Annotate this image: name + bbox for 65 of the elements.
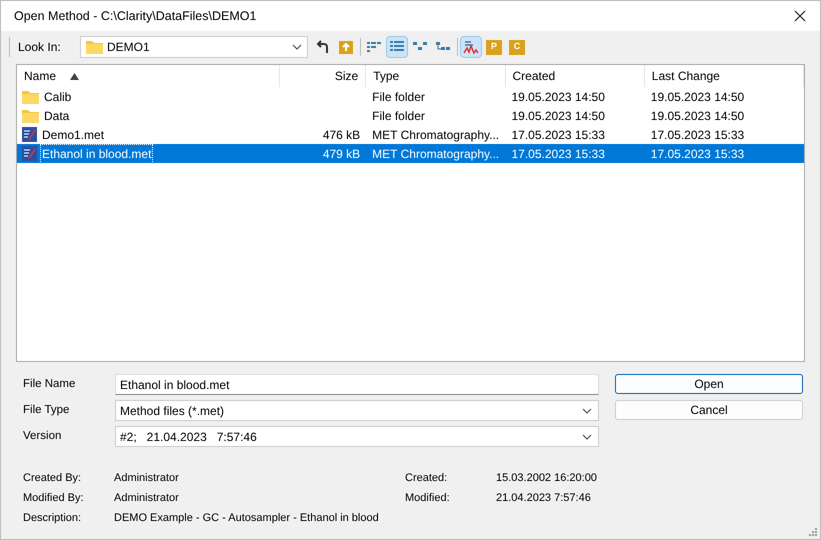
look-in-value: DEMO1 <box>107 39 151 56</box>
file-type: File folder <box>372 108 425 122</box>
file-type: File folder <box>372 90 425 104</box>
created-date: 17.05.2023 15:33 <box>511 128 605 142</box>
chevron-down-icon <box>582 434 592 440</box>
file-name: Data <box>43 108 70 124</box>
file-size: 479 kB <box>322 146 360 160</box>
dropdown-field[interactable]: #2; 21.04.2023 7:57:46 <box>115 426 599 447</box>
info-value: DEMO Example - GC - Autosampler - Ethanol in blood <box>114 510 379 526</box>
changed-date: 17.05.2023 15:33 <box>650 128 744 142</box>
folder-up-icon <box>338 39 354 55</box>
document-pen-icon <box>22 146 37 161</box>
file-row[interactable]: Calib File folder 19.05.2023 14:50 19.05.2023 14:50 <box>17 87 804 106</box>
field-label: Version <box>22 428 62 444</box>
field-label: File Type <box>22 402 70 418</box>
close-button[interactable] <box>792 8 808 24</box>
info-label: Created By: <box>23 470 82 486</box>
info-value: 21.04.2023 7:57:46 <box>496 490 591 506</box>
info-label: Modified By: <box>23 490 85 506</box>
dialog-button[interactable]: Open <box>615 374 803 394</box>
info-label: Description: <box>23 510 82 526</box>
chromatogram-button[interactable] <box>460 36 482 58</box>
info-value: Administrator <box>114 490 179 506</box>
back-arrow-icon <box>315 39 331 55</box>
look-in-label: Look In: <box>18 39 62 56</box>
column-header[interactable]: Last Change <box>644 65 804 87</box>
changed-date: 17.05.2023 15:33 <box>650 146 744 160</box>
changed-date: 19.05.2023 14:50 <box>650 90 744 104</box>
list-view-icon <box>366 39 382 55</box>
info-value: 15.03.2002 16:20:00 <box>496 470 597 486</box>
look-in-dropdown[interactable]: DEMO1 <box>80 36 308 58</box>
changed-date: 19.05.2023 14:50 <box>650 108 744 122</box>
folder-icon <box>86 40 103 54</box>
folder-icon <box>22 108 39 122</box>
file-row[interactable]: Data File folder 19.05.2023 14:50 19.05.2023 14:50 <box>17 106 804 125</box>
info-label: Created: <box>405 470 448 486</box>
file-row[interactable]: Demo1.met 476 kB MET Chromatography... 17.05.2023 15:33 17.05.2023 15:33 <box>17 125 804 144</box>
info-label: Modified: <box>405 490 451 506</box>
file-type: MET Chromatography... <box>372 128 500 142</box>
window-title: Open Method - C:\Clarity\DataFiles\DEMO1 <box>14 8 256 25</box>
dialog-button[interactable]: Cancel <box>615 400 803 420</box>
dropdown-field[interactable]: Method files (*.met) <box>115 400 599 421</box>
column-header[interactable]: Name <box>17 65 280 87</box>
chromatogram-icon <box>463 39 479 55</box>
details-view-button[interactable] <box>386 36 408 58</box>
chevron-down-icon <box>582 408 592 414</box>
created-date: 19.05.2023 14:50 <box>511 90 605 104</box>
chevron-down-icon <box>292 44 302 50</box>
created-date: 19.05.2023 14:50 <box>511 108 605 122</box>
column-header[interactable]: Size <box>280 65 366 87</box>
column-header[interactable]: Type <box>366 65 506 87</box>
file-name: Calib <box>43 88 72 106</box>
resize-grip-icon <box>809 528 817 536</box>
file-size: 476 kB <box>322 128 360 142</box>
file-row[interactable]: Ethanol in blood.met 479 kB MET Chromatography... 17.05.2023 15:33 17.05.2023 15:33 <box>17 144 804 163</box>
document-pen-icon <box>22 127 37 142</box>
column-header[interactable]: Created <box>506 65 645 87</box>
file-name: Ethanol in blood.met <box>40 144 154 164</box>
info-value: Administrator <box>114 470 179 486</box>
folder-icon <box>22 90 39 104</box>
file-name-field[interactable]: Ethanol in blood.met <box>115 374 599 395</box>
file-type: MET Chromatography... <box>372 146 500 160</box>
file-name: Demo1.met <box>41 126 106 144</box>
field-label: File Name <box>22 376 76 392</box>
created-date: 17.05.2023 15:33 <box>511 146 605 160</box>
